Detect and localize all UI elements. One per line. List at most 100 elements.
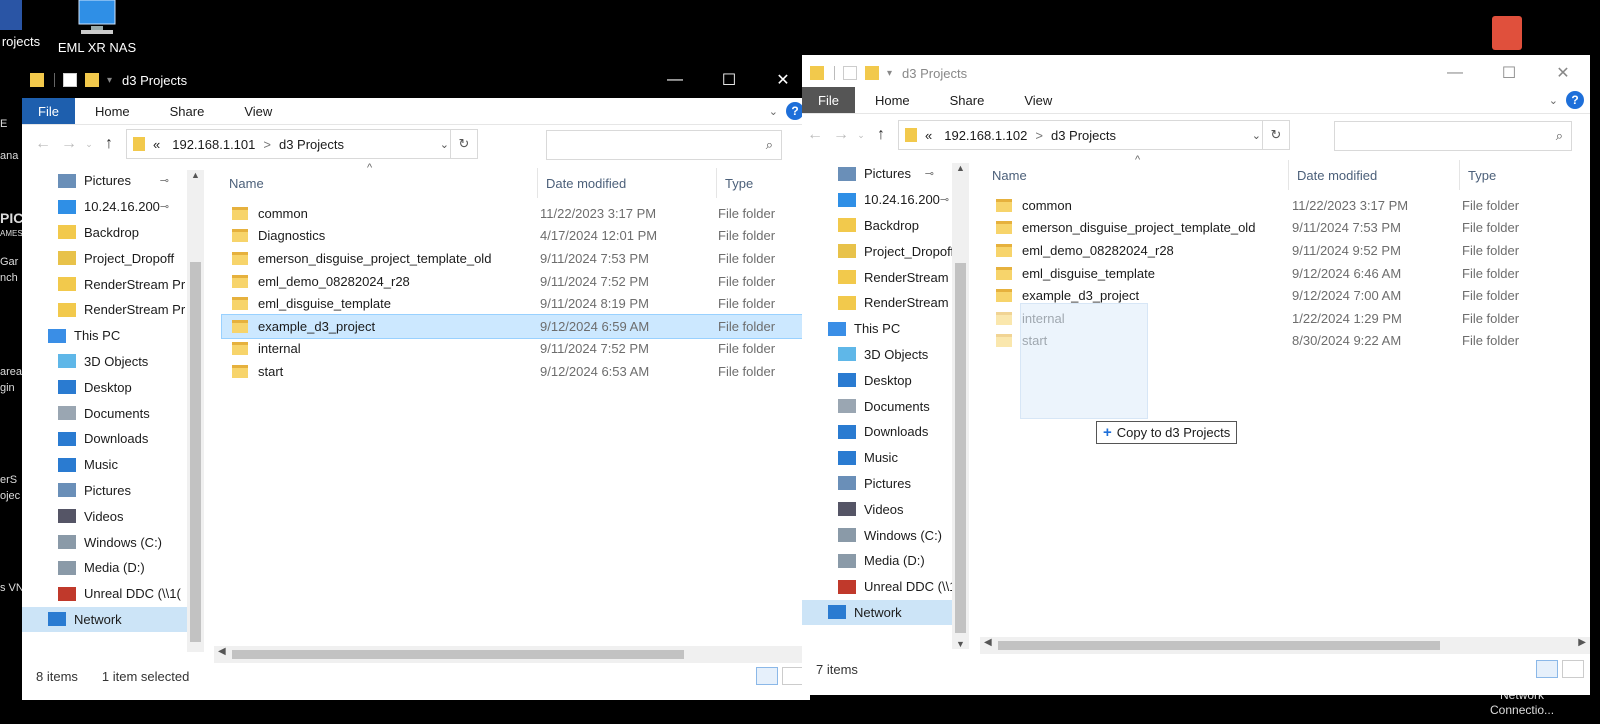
horizontal-scrollbar[interactable]: ◀ ▶ [980,637,1590,654]
address-bar[interactable]: « 192.168.1.102 > d3 Projects ⌄ ↻ [898,120,1290,150]
nav-item[interactable]: RenderStream Pr [22,297,187,323]
breadcrumb-separator[interactable]: > [263,137,271,152]
nav-item[interactable]: Backdrop [802,213,952,239]
nav-item[interactable]: This PC [802,316,952,342]
nav-item[interactable]: Pictures ⊸ [802,161,952,187]
column-type[interactable]: Type [1459,160,1568,190]
refresh-icon[interactable]: ↻ [1262,121,1289,149]
nav-item[interactable]: RenderStream Pr [22,271,187,297]
horizontal-scrollbar[interactable]: ◀ [214,646,810,663]
nav-item[interactable]: Videos [802,496,952,522]
up-button[interactable]: ↑ [868,126,894,144]
table-row[interactable]: internal 9/11/2024 7:52 PM File folder [222,338,802,361]
tab-view[interactable]: View [224,104,292,119]
large-icons-view-icon[interactable] [1562,660,1584,678]
nav-scrollbar[interactable]: ▲ [187,170,204,652]
qat-dropdown-icon[interactable]: ▾ [887,68,892,79]
column-name[interactable]: Name [980,160,1288,190]
minimize-button[interactable]: — [648,62,702,98]
nav-item[interactable]: 10.24.16.200 ⊸ [802,187,952,213]
nav-item[interactable]: This PC [22,323,187,349]
nav-item[interactable]: Unreal DDC (\\1( [802,574,952,600]
table-row[interactable]: eml_demo_08282024_r28 9/11/2024 9:52 PM Fi… [986,239,1584,262]
up-button[interactable]: ↑ [96,135,122,153]
table-row[interactable]: start 9/12/2024 6:53 AM File folder [222,360,802,383]
column-type[interactable]: Type [716,168,805,198]
nav-item[interactable]: 3D Objects [802,342,952,368]
nav-item[interactable]: Pictures ⊸ [22,168,187,194]
maximize-button[interactable]: ☐ [1482,55,1536,91]
nav-item[interactable]: Network [802,599,952,626]
refresh-icon[interactable]: ↻ [450,130,477,158]
tab-home[interactable]: Home [75,104,150,119]
scroll-left-icon[interactable]: ◀ [218,646,226,657]
table-row[interactable]: emerson_disguise_project_template_old 9/1… [222,247,802,270]
nav-item[interactable]: Backdrop [22,220,187,246]
nav-item[interactable]: Media (D:) [802,548,952,574]
breadcrumb-folder[interactable]: d3 Projects [279,137,344,152]
table-row[interactable]: example_d3_project 9/12/2024 6:59 AM File … [221,314,803,339]
nav-item[interactable]: Network [22,606,187,633]
scroll-up-icon[interactable]: ▲ [191,170,200,180]
nav-item[interactable]: Documents [22,400,187,426]
pin-icon[interactable]: ⊸ [925,167,934,180]
scroll-thumb[interactable] [955,263,966,633]
nav-item[interactable]: Desktop [802,367,952,393]
tab-share[interactable]: Share [930,93,1005,108]
expand-ribbon-icon[interactable]: ⌄ [769,105,778,118]
maximize-button[interactable]: ☐ [702,62,756,98]
large-icons-view-icon[interactable] [782,667,804,685]
table-row[interactable]: Diagnostics 4/17/2024 12:01 PM File folder [222,225,802,248]
nav-item[interactable]: Pictures [802,471,952,497]
table-row[interactable]: common 11/22/2023 3:17 PM File folder [222,202,802,225]
nav-item[interactable]: Windows (C:) [22,529,187,555]
desktop-icon-projects[interactable]: rojects [0,0,42,49]
pin-icon[interactable]: ⊸ [940,193,949,206]
column-date-modified[interactable]: Date modified [1288,160,1459,190]
breadcrumb-folder[interactable]: d3 Projects [1051,128,1116,143]
breadcrumb-separator[interactable]: > [1035,128,1043,143]
table-row[interactable]: eml_disguise_template 9/11/2024 8:19 PM Fi… [222,292,802,315]
properties-icon[interactable] [843,66,857,80]
table-row[interactable]: common 11/22/2023 3:17 PM File folder [986,194,1584,217]
expand-ribbon-icon[interactable]: ⌄ [1549,94,1558,107]
nav-item[interactable]: Unreal DDC (\\1( [22,581,187,607]
recent-locations-icon[interactable]: ⌄ [82,139,96,150]
back-button[interactable]: ← [30,135,56,153]
tab-home[interactable]: Home [855,93,930,108]
nav-item[interactable]: Project_Dropoff [22,245,187,271]
nav-item[interactable]: Music [802,445,952,471]
nav-item[interactable]: 3D Objects [22,349,187,375]
scroll-thumb[interactable] [190,262,201,642]
search-input[interactable]: ⌕ [1334,121,1572,151]
qat-dropdown-icon[interactable]: ▾ [107,75,112,86]
tab-view[interactable]: View [1004,93,1072,108]
nav-item[interactable]: Documents [802,393,952,419]
breadcrumb-host[interactable]: 192.168.1.101 [172,137,255,152]
nav-item[interactable]: Windows (C:) [802,522,952,548]
nav-item[interactable]: Videos [22,503,187,529]
new-folder-icon[interactable] [865,66,879,80]
tab-file[interactable]: File [802,87,855,113]
nav-item[interactable]: Project_Dropoff [802,238,952,264]
help-icon[interactable]: ? [1566,91,1584,109]
breadcrumb-overflow[interactable]: « [925,128,932,143]
forward-button[interactable]: → [828,126,854,144]
details-view-icon[interactable] [1536,660,1558,678]
nav-item[interactable]: RenderStream Pr [802,264,952,290]
table-row[interactable]: eml_demo_08282024_r28 9/11/2024 7:52 PM Fi… [222,270,802,293]
search-input[interactable]: ⌕ [546,130,782,160]
forward-button[interactable]: → [56,135,82,153]
scroll-right-icon[interactable]: ▶ [1578,637,1586,648]
pin-icon[interactable]: ⊸ [160,200,169,213]
close-button[interactable]: ✕ [1536,55,1590,91]
address-bar[interactable]: « 192.168.1.101 > d3 Projects ⌄ ↻ [126,129,478,159]
tab-file[interactable]: File [22,98,75,124]
nav-item[interactable]: Media (D:) [22,555,187,581]
breadcrumb-host[interactable]: 192.168.1.102 [944,128,1027,143]
app-icon[interactable] [1492,16,1522,50]
properties-icon[interactable] [63,73,77,87]
table-row[interactable]: eml_disguise_template 9/12/2024 6:46 AM Fi… [986,262,1584,285]
tab-share[interactable]: Share [150,104,225,119]
details-view-icon[interactable] [756,667,778,685]
